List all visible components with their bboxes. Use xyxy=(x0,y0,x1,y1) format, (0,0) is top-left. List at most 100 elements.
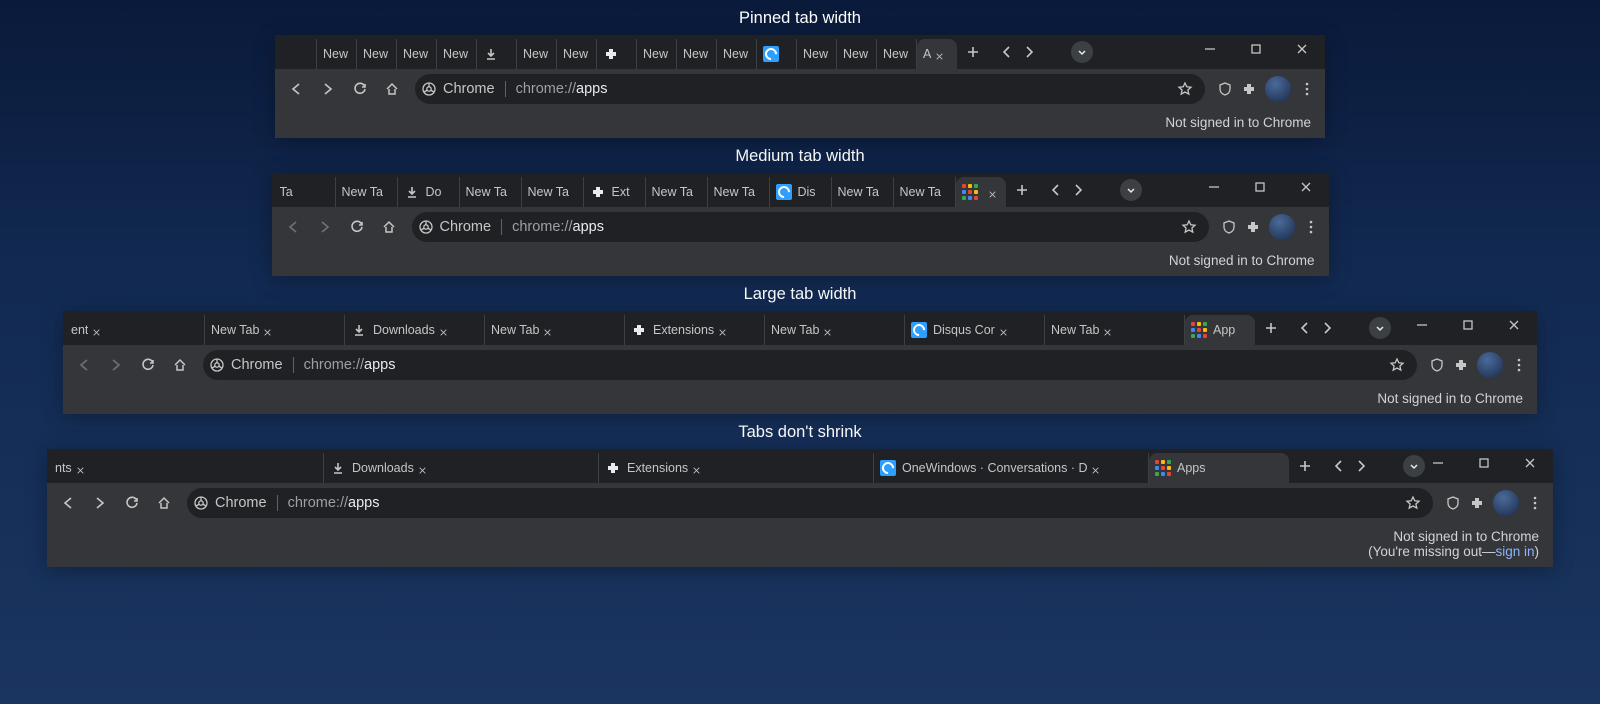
tab-scroll-right[interactable] xyxy=(1319,320,1335,336)
tab[interactable]: New xyxy=(637,39,677,69)
extensions-icon[interactable] xyxy=(1241,81,1257,97)
omnibox[interactable]: Chrome chrome://apps xyxy=(187,488,1433,518)
tab-close-icon[interactable] xyxy=(988,188,997,197)
tab-close-icon[interactable] xyxy=(1103,326,1112,335)
tab-close-icon[interactable] xyxy=(1091,464,1100,473)
tab-scroll-right[interactable] xyxy=(1353,458,1369,474)
tab[interactable]: Ext xyxy=(584,177,646,207)
home-button[interactable] xyxy=(374,212,404,242)
tab-close-icon[interactable] xyxy=(823,326,832,335)
window-minimize[interactable] xyxy=(1415,449,1461,477)
omnibox[interactable]: Chrome chrome://apps xyxy=(415,74,1205,104)
tab-close-icon[interactable] xyxy=(418,464,427,473)
tab[interactable]: Downloads xyxy=(324,453,599,483)
tab[interactable]: New xyxy=(837,39,877,69)
tab[interactable]: New xyxy=(437,39,477,69)
tab[interactable]: New Tab xyxy=(485,315,625,345)
tab-close-icon[interactable] xyxy=(76,464,85,473)
tab[interactable] xyxy=(477,39,517,69)
home-button[interactable] xyxy=(165,350,195,380)
tab[interactable] xyxy=(757,39,797,69)
tab-scroll-right[interactable] xyxy=(1070,182,1086,198)
tab-scroll-left[interactable] xyxy=(999,44,1015,60)
site-chip[interactable]: Chrome xyxy=(209,357,294,373)
forward-button[interactable] xyxy=(101,350,131,380)
tab-close-icon[interactable] xyxy=(439,326,448,335)
back-button[interactable] xyxy=(69,350,99,380)
tab[interactable]: New Ta xyxy=(708,177,770,207)
forward-button[interactable] xyxy=(313,74,343,104)
bookmark-star-icon[interactable] xyxy=(1389,357,1405,373)
tab[interactable]: New xyxy=(397,39,437,69)
tab[interactable]: New xyxy=(317,39,357,69)
window-minimize[interactable] xyxy=(1187,35,1233,63)
reload-button[interactable] xyxy=(117,488,147,518)
ublock-icon[interactable] xyxy=(1221,219,1237,235)
profile-avatar[interactable] xyxy=(1477,352,1503,378)
tab[interactable]: Disqus Cor xyxy=(905,315,1045,345)
tab[interactable]: New Tab xyxy=(205,315,345,345)
back-button[interactable] xyxy=(278,212,308,242)
site-chip[interactable]: Chrome xyxy=(418,219,503,235)
ublock-icon[interactable] xyxy=(1429,357,1445,373)
tab-scroll-left[interactable] xyxy=(1048,182,1064,198)
tab-scroll-left[interactable] xyxy=(1297,320,1313,336)
tab[interactable]: Extensions xyxy=(599,453,874,483)
tab[interactable]: New Tab xyxy=(765,315,905,345)
bookmark-star-icon[interactable] xyxy=(1405,495,1421,511)
tab[interactable]: New xyxy=(557,39,597,69)
tab[interactable]: New xyxy=(717,39,757,69)
omnibox[interactable]: Chrome chrome://apps xyxy=(203,350,1417,380)
extensions-icon[interactable] xyxy=(1245,219,1261,235)
ublock-icon[interactable] xyxy=(1217,81,1233,97)
tab-close-icon[interactable] xyxy=(718,326,727,335)
tab[interactable]: ent xyxy=(65,315,205,345)
window-maximize[interactable] xyxy=(1233,35,1279,63)
tab[interactable]: Do xyxy=(398,177,460,207)
bookmark-star-icon[interactable] xyxy=(1181,219,1197,235)
tab[interactable]: New xyxy=(797,39,837,69)
tab[interactable]: New Ta xyxy=(894,177,956,207)
profile-avatar[interactable] xyxy=(1265,76,1291,102)
window-minimize[interactable] xyxy=(1191,173,1237,201)
tab-search-button[interactable] xyxy=(1120,179,1142,201)
extensions-icon[interactable] xyxy=(1469,495,1485,511)
tab-active[interactable]: A xyxy=(917,39,957,69)
menu-icon[interactable] xyxy=(1303,219,1319,235)
window-maximize[interactable] xyxy=(1445,311,1491,339)
window-close[interactable] xyxy=(1283,173,1329,201)
tab[interactable] xyxy=(597,39,637,69)
omnibox[interactable]: Chrome chrome://apps xyxy=(412,212,1209,242)
window-maximize[interactable] xyxy=(1461,449,1507,477)
tab[interactable]: New Ta xyxy=(646,177,708,207)
tab-search-button[interactable] xyxy=(1369,317,1391,339)
tab[interactable]: New Tab xyxy=(1045,315,1185,345)
tab-active[interactable]: Apps xyxy=(1149,453,1289,483)
menu-icon[interactable] xyxy=(1299,81,1315,97)
tab-active[interactable] xyxy=(956,177,1006,207)
reload-button[interactable] xyxy=(342,212,372,242)
profile-avatar[interactable] xyxy=(1269,214,1295,240)
back-button[interactable] xyxy=(53,488,83,518)
tab[interactable]: New Ta xyxy=(522,177,584,207)
new-tab-button[interactable] xyxy=(1014,182,1030,198)
new-tab-button[interactable] xyxy=(1263,320,1279,336)
tab[interactable]: New Ta xyxy=(832,177,894,207)
tab[interactable]: New xyxy=(877,39,917,69)
site-chip[interactable]: Chrome xyxy=(421,81,506,97)
forward-button[interactable] xyxy=(310,212,340,242)
tab-close-icon[interactable] xyxy=(935,50,944,59)
profile-avatar[interactable] xyxy=(1493,490,1519,516)
sign-in-link[interactable]: sign in xyxy=(1495,544,1534,559)
reload-button[interactable] xyxy=(345,74,375,104)
reload-button[interactable] xyxy=(133,350,163,380)
tab-active[interactable]: App xyxy=(1185,315,1255,345)
home-button[interactable] xyxy=(377,74,407,104)
home-button[interactable] xyxy=(149,488,179,518)
new-tab-button[interactable] xyxy=(1297,458,1313,474)
window-close[interactable] xyxy=(1279,35,1325,63)
tab-scroll-left[interactable] xyxy=(1331,458,1347,474)
window-close[interactable] xyxy=(1491,311,1537,339)
back-button[interactable] xyxy=(281,74,311,104)
window-maximize[interactable] xyxy=(1237,173,1283,201)
